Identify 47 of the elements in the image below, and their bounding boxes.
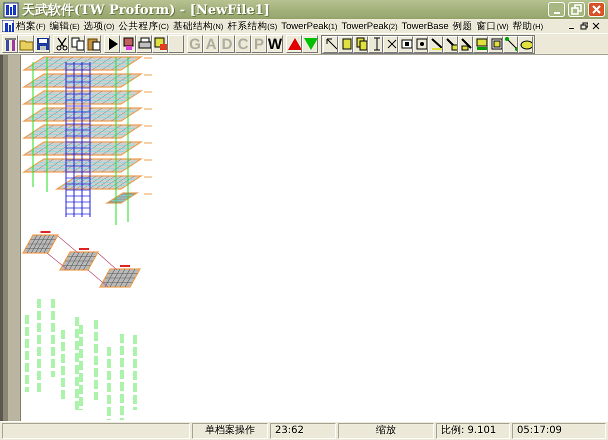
line-icon: [504, 36, 517, 52]
toolbar-button[interactable]: [383, 36, 398, 52]
close-button[interactable]: [588, 2, 605, 17]
app-icon: [3, 2, 19, 18]
pointer-icon: [324, 36, 337, 52]
toolbar-button[interactable]: [120, 35, 136, 53]
toolbar-button[interactable]: [413, 36, 428, 52]
line-icon: [429, 36, 442, 52]
toolbar-button[interactable]: [69, 35, 85, 53]
status-pane: 单档案操作: [192, 423, 268, 439]
toolbar-button[interactable]: [368, 36, 383, 52]
toolbar-button[interactable]: [85, 35, 101, 53]
status-pane: 比例: 9.101: [436, 423, 510, 439]
preview-icon: [121, 36, 135, 52]
down-arrow-icon: [303, 36, 317, 52]
scissors-icon: [54, 36, 68, 52]
copy-icon: [70, 36, 84, 52]
toolbar-button[interactable]: [104, 35, 120, 53]
up-arrow-icon: [287, 36, 301, 52]
close-icon: [591, 4, 602, 15]
toolbar-button[interactable]: [503, 36, 518, 52]
restore-icon: [571, 4, 582, 15]
box-icon: [414, 36, 427, 52]
restore-icon[interactable]: [580, 22, 588, 30]
toolbar-button[interactable]: [443, 36, 458, 52]
line-icon: [444, 36, 457, 52]
toolbar-button[interactable]: [428, 36, 443, 52]
box-icon: [489, 36, 502, 52]
toolbar-button[interactable]: [398, 36, 413, 52]
toolbar-button[interactable]: [458, 36, 473, 52]
menu-item[interactable]: TowerBase: [400, 20, 451, 32]
status-pane: 缩放: [338, 423, 434, 439]
minimize-icon: [554, 12, 560, 14]
toolbar-button[interactable]: [53, 35, 69, 53]
save-icon: [35, 36, 49, 52]
paste-icon: [86, 36, 100, 52]
toolbar-button[interactable]: [488, 36, 503, 52]
toolbar-button[interactable]: [323, 36, 338, 52]
line-icon: [459, 36, 472, 52]
toolbar-button[interactable]: [34, 35, 50, 53]
toolbar-button[interactable]: [136, 35, 152, 53]
close-icon[interactable]: [592, 22, 600, 30]
menu-item[interactable]: 例题: [450, 20, 475, 32]
status-pane: 23:62: [270, 423, 336, 439]
window-title: 天武软件(TW Proform) - [NewFile1]: [22, 2, 271, 18]
toolbar-button[interactable]: W: [267, 35, 283, 53]
status-pane: 05:17:09: [512, 423, 606, 439]
